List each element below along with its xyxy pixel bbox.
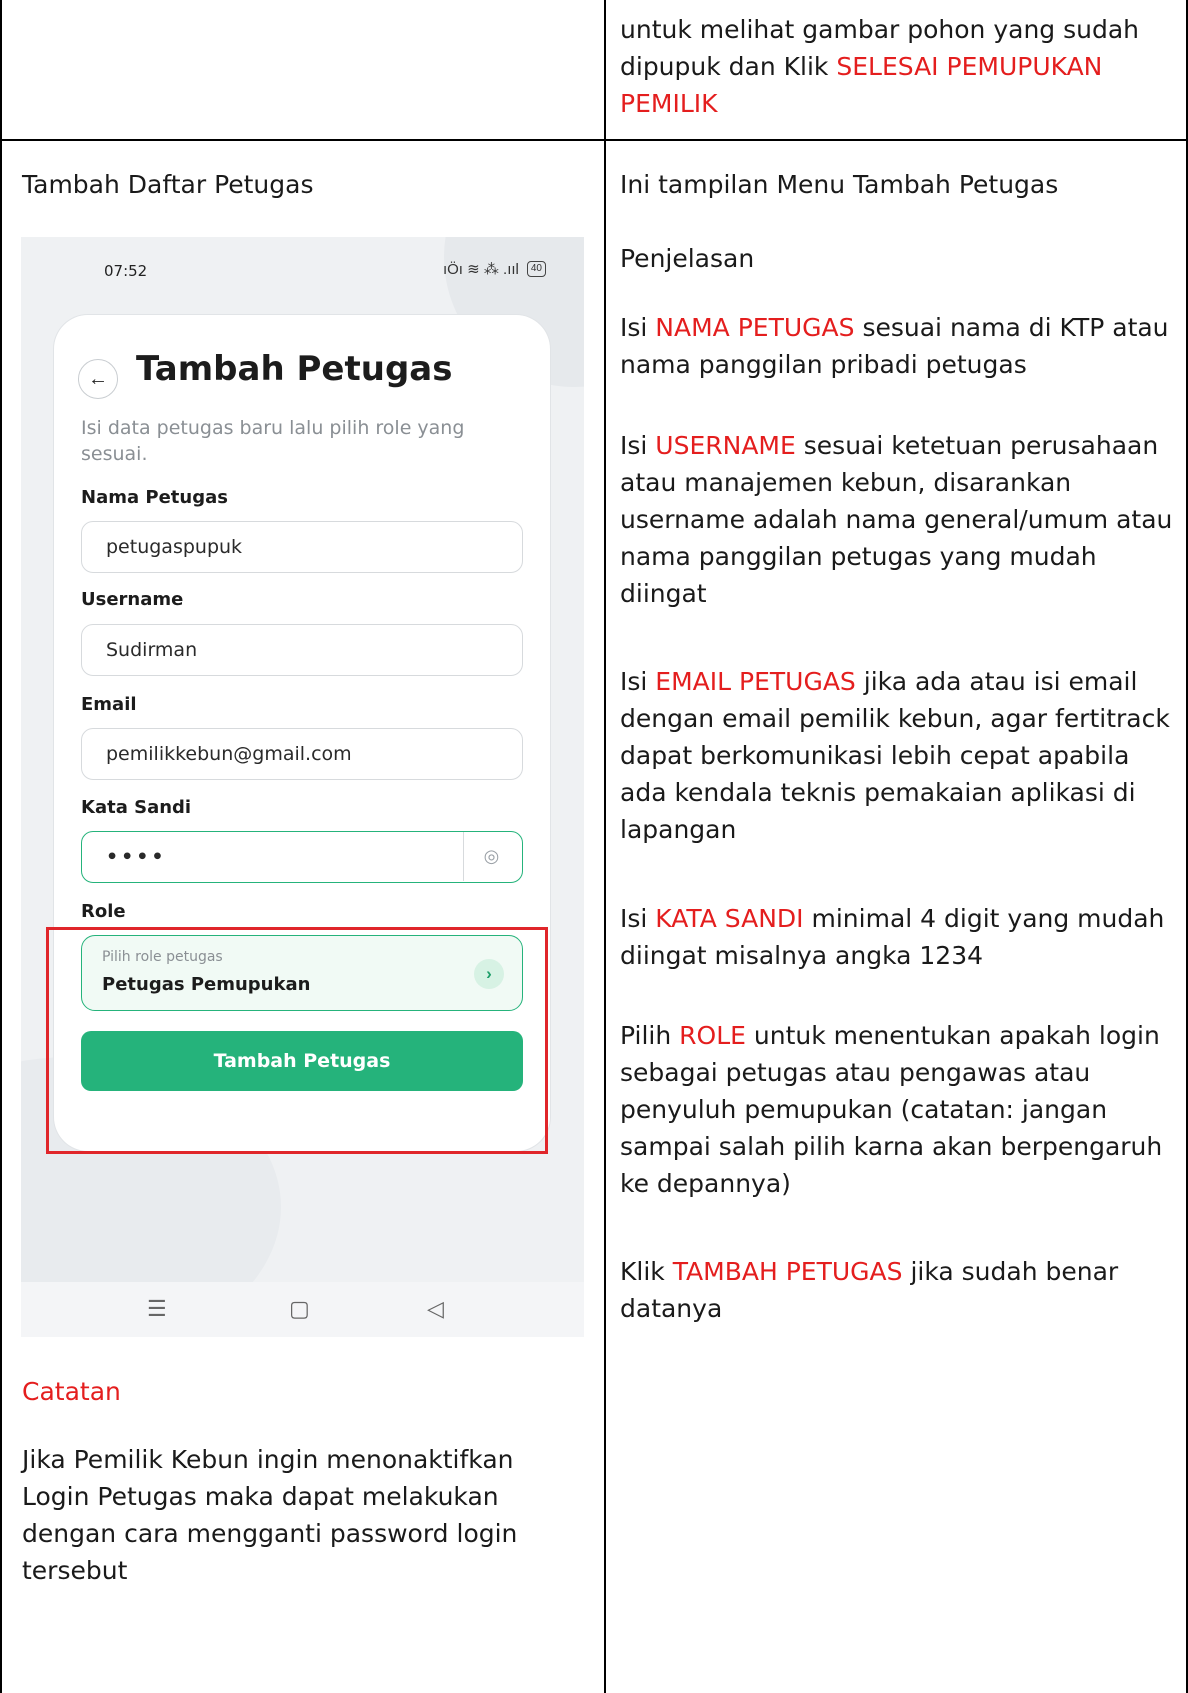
- email-input[interactable]: pemilikkebun@gmail.com: [81, 728, 523, 780]
- table-border-left: [0, 0, 2, 1693]
- kata-sandi-input[interactable]: •••• ◎: [81, 831, 523, 883]
- explanation-kata-sandi: Isi KATA SANDI minimal 4 digit yang muda…: [620, 904, 1165, 970]
- section-title: Tambah Daftar Petugas: [22, 170, 314, 199]
- nama-petugas-label: Nama Petugas: [81, 487, 228, 508]
- back-triangle-icon[interactable]: ◁: [427, 1296, 444, 1322]
- status-time: 07:52: [104, 262, 148, 280]
- kata-sandi-label: Kata Sandi: [81, 797, 192, 818]
- username-label: Username: [81, 589, 184, 610]
- intro-text: Ini tampilan Menu Tambah Petugas: [620, 170, 1059, 199]
- role-label: Role: [81, 901, 126, 922]
- back-arrow-icon[interactable]: ←: [78, 359, 118, 399]
- status-bar: 07:52 ıÖı ≋ ⁂ .ııl 40: [21, 237, 584, 307]
- form-subtitle: Isi data petugas baru lalu pilih role ya…: [81, 417, 465, 465]
- explanation-email: Isi EMAIL PETUGAS jika ada atau isi emai…: [620, 667, 1170, 844]
- password-value: ••••: [106, 846, 167, 868]
- nama-petugas-input[interactable]: petugaspupuk: [81, 521, 523, 573]
- home-square-icon[interactable]: ▢: [289, 1296, 310, 1322]
- eye-icon[interactable]: ◎: [463, 832, 522, 881]
- note-text: Jika Pemilik Kebun ingin menonaktifkan L…: [22, 1445, 518, 1585]
- menu-icon[interactable]: ☰: [147, 1296, 167, 1322]
- explanation-tambah: Klik TAMBAH PETUGAS jika sudah benar dat…: [620, 1257, 1119, 1323]
- phone-screenshot: 07:52 ıÖı ≋ ⁂ .ııl 40 ← Tambah Petugas I…: [21, 237, 584, 1337]
- username-input[interactable]: Sudirman: [81, 624, 523, 676]
- explanation-nama: Isi NAMA PETUGAS sesuai nama di KTP atau…: [620, 313, 1169, 379]
- highlight-box: [46, 927, 548, 1154]
- email-label: Email: [81, 694, 137, 715]
- explanation-role: Pilih ROLE untuk menentukan apakah login…: [620, 1021, 1163, 1198]
- table-row-divider: [0, 139, 1188, 141]
- form-title: Tambah Petugas: [136, 349, 453, 389]
- table-column-divider: [604, 0, 606, 1693]
- top-row-right-text: untuk melihat gambar pohon yang sudah di…: [620, 15, 1140, 118]
- signal-wifi-icon: ıÖı ≋ ⁂ .ııl: [442, 261, 519, 278]
- note-title: Catatan: [22, 1377, 121, 1406]
- battery-icon: 40: [526, 261, 546, 277]
- explanation-username: Isi USERNAME sesuai ketetuan perusahaan …: [620, 431, 1173, 608]
- status-icons: ıÖı ≋ ⁂ .ııl 40: [443, 260, 546, 278]
- penjelasan-heading: Penjelasan: [620, 244, 755, 273]
- system-nav-bar: ☰ ▢ ◁: [21, 1282, 584, 1337]
